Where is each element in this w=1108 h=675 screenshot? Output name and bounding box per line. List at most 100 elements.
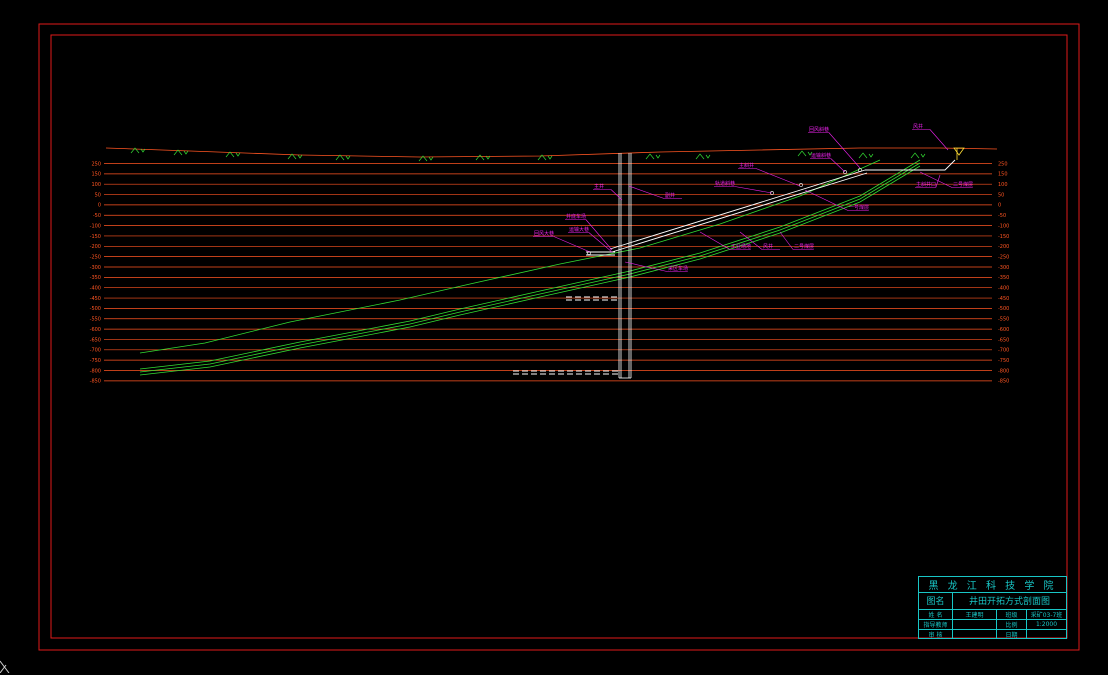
label-leader — [585, 219, 613, 251]
elevation-tick-right: -350 — [998, 275, 1009, 281]
coal-seam-1 — [139, 159, 921, 370]
workings-label: 主斜井 — [739, 162, 754, 169]
drawing-title: 井田开拓方式剖面图 — [968, 597, 1050, 607]
title-block-row-school: 黑 龙 江 科 技 学 院 — [919, 577, 1066, 593]
vegetation-symbol — [858, 152, 874, 159]
elevation-tick-right: -650 — [998, 337, 1009, 343]
label-leader — [804, 189, 849, 211]
elevation-tick-left: -650 — [90, 337, 101, 343]
elevation-tick-left: -750 — [90, 358, 101, 364]
elevation-tick-left: -350 — [90, 275, 101, 281]
elevation-tick-left: 250 — [91, 161, 101, 167]
workings-label: 运输斜巷 — [811, 152, 831, 159]
elevation-tick-right: -500 — [998, 306, 1009, 312]
elevation-tick-right: -250 — [998, 254, 1009, 260]
vegetation-symbol — [797, 150, 813, 157]
label-leader — [628, 185, 665, 199]
workings-label: 回风斜巷 — [809, 126, 829, 133]
elevation-tick-right: -800 — [998, 368, 1009, 374]
elevation-tick-right: -850 — [998, 379, 1009, 385]
tb-r5-c3: 日期 — [997, 629, 1027, 639]
workings-label: 工业场地 — [731, 243, 751, 250]
elevation-tick-right: -600 — [998, 327, 1009, 333]
workings-label: 一号煤层 — [849, 204, 869, 211]
cad-drawing-canvas: 250 250 150 150 100 100 50 50 0 0 -50 -50 -100 -100 -1… — [38, 23, 1080, 651]
tb-r5-c1: 审 核 — [919, 629, 953, 639]
cursor-icon — [0, 660, 10, 673]
tb-r4-c3: 比例 — [997, 619, 1027, 629]
tb-r3-c4: 采矿03-7班 — [1030, 611, 1063, 619]
elevation-tick-left: -800 — [90, 368, 101, 374]
workings-label: 副井 — [665, 192, 675, 199]
title-block-row-5: 审 核 日期 — [919, 629, 1066, 639]
elevation-tick-left: -550 — [90, 317, 101, 323]
title-label: 图名 — [919, 592, 953, 609]
elevation-tick-right: -200 — [998, 244, 1009, 250]
title-block: 黑 龙 江 科 技 学 院 图名 井田开拓方式剖面图 姓 名 王建明 班级 采矿… — [918, 576, 1067, 639]
tb-r4-c2 — [953, 619, 997, 629]
elevation-tick-left: -700 — [90, 348, 101, 354]
elevation-tick-left: -200 — [90, 244, 101, 250]
elevation-tick-right: 150 — [998, 172, 1008, 178]
air-shaft-symbol — [953, 147, 965, 160]
tb-r5-c2 — [953, 629, 997, 639]
elevation-tick-right: -700 — [998, 348, 1009, 354]
elevation-tick-right: -550 — [998, 317, 1009, 323]
workings-label: 风井 — [763, 243, 773, 250]
tb-r3-c3: 班级 — [997, 609, 1027, 619]
tb-r4-c4: 1:2000 — [1035, 620, 1058, 628]
elevation-tick-right: 0 — [998, 203, 1001, 209]
workings-label: 轨道斜巷 — [715, 180, 735, 187]
workings-label: 运输大巷 — [569, 226, 589, 233]
elevation-tick-left: -400 — [90, 286, 101, 292]
title-block-row-title: 图名 井田开拓方式剖面图 — [919, 592, 1066, 610]
elevation-tick-right: -150 — [998, 234, 1009, 240]
elevation-tick-right: -450 — [998, 296, 1009, 302]
elevation-tick-right: -300 — [998, 265, 1009, 271]
elevation-tick-left: -50 — [93, 213, 101, 219]
school-name: 黑 龙 江 科 技 学 院 — [928, 581, 1057, 592]
elevation-tick-left: 100 — [91, 182, 101, 188]
label-leader — [553, 236, 591, 253]
workings-label: 主斜井口 — [916, 181, 936, 188]
label-leader — [828, 132, 861, 169]
tb-r3-c2: 王建明 — [953, 609, 997, 619]
elevation-tick-right: 250 — [998, 161, 1008, 167]
elevation-tick-left: -500 — [90, 306, 101, 312]
workings-label: 二号煤层 — [794, 243, 814, 250]
coal-seams — [139, 159, 921, 376]
elevation-tick-left: 0 — [98, 203, 101, 209]
elevation-tick-right: 50 — [998, 192, 1004, 198]
workings-label: 三号煤层 — [953, 181, 973, 188]
workings-label: 采区车场 — [668, 265, 688, 272]
label-leader — [588, 232, 613, 253]
elevation-tick-left: -600 — [90, 327, 101, 333]
label-leader — [830, 158, 846, 173]
label-leader — [755, 168, 801, 187]
vegetation-symbol — [645, 153, 661, 160]
elevation-tick-left: -250 — [90, 254, 101, 260]
label-leader — [929, 129, 949, 151]
tb-r3-c1: 姓 名 — [919, 609, 953, 619]
elevation-tick-right: -100 — [998, 223, 1009, 229]
vegetation-symbol — [475, 154, 491, 161]
elevation-tick-left: 150 — [91, 172, 101, 178]
elevation-tick-right: -400 — [998, 286, 1009, 292]
elevation-tick-left: -850 — [90, 379, 101, 385]
label-leader — [734, 186, 773, 194]
elevation-tick-right: 100 — [998, 182, 1008, 188]
ground-surface-line — [105, 147, 998, 158]
tb-r4-c1: 指导教师 — [919, 619, 953, 629]
elevation-tick-left: -450 — [90, 296, 101, 302]
workings-label: 主井 — [594, 183, 604, 190]
elevation-tick-left: -100 — [90, 223, 101, 229]
workings-label: 回风大巷 — [534, 230, 554, 237]
workings-label: 井底车场 — [566, 213, 586, 220]
inclined-shaft-1 — [609, 169, 866, 250]
vegetation-symbol — [910, 152, 926, 159]
elevation-tick-left: 50 — [95, 192, 101, 198]
workings-labels: 风井 回风斜巷运输斜巷主斜井主井副井 轨道斜巷井底车场运输大巷回风大巷采区车场 工业场… — [533, 123, 973, 272]
workings-label: 风井 — [913, 123, 923, 130]
tb-r5-c4 — [1027, 629, 1066, 639]
label-leader — [779, 231, 794, 250]
